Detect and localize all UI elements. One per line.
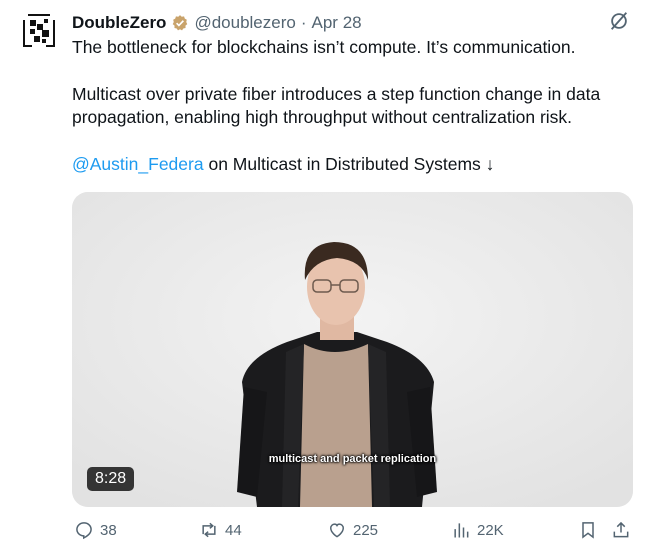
display-name[interactable]: DoubleZero bbox=[72, 13, 166, 33]
tweet-text: The bottleneck for blockchains isn’t com… bbox=[72, 36, 632, 176]
action-bar: 38 44 225 22K bbox=[72, 520, 637, 546]
tweet-header: DoubleZero @doublezero · Apr 28 bbox=[72, 11, 362, 35]
tweet-paragraph-2: Multicast over private fiber introduces … bbox=[72, 83, 601, 128]
tweet-paragraph-1: The bottleneck for blockchains isn’t com… bbox=[72, 37, 576, 57]
like-count: 225 bbox=[353, 521, 379, 539]
video-player[interactable]: multicast and packet replication 8:28 bbox=[72, 192, 633, 507]
views-button[interactable]: 22K bbox=[451, 520, 504, 540]
tweet-paragraph-3: @Austin_Federa on Multicast in Distribut… bbox=[72, 153, 632, 177]
doublezero-logo-icon bbox=[23, 14, 55, 47]
repost-icon bbox=[202, 522, 216, 538]
reply-button[interactable]: 38 bbox=[74, 520, 117, 540]
views-icon bbox=[454, 523, 469, 538]
mention-link[interactable]: @Austin_Federa bbox=[72, 154, 204, 174]
tweet-date[interactable]: Apr 28 bbox=[312, 13, 362, 33]
heart-icon bbox=[329, 523, 345, 538]
verified-badge-icon bbox=[171, 14, 189, 32]
bookmark-icon bbox=[582, 522, 594, 539]
user-handle[interactable]: @doublezero bbox=[194, 13, 295, 33]
reply-icon bbox=[76, 522, 92, 540]
views-count: 22K bbox=[477, 521, 504, 539]
repost-button[interactable]: 44 bbox=[199, 520, 242, 540]
avatar[interactable] bbox=[22, 12, 56, 50]
reply-count: 38 bbox=[100, 521, 117, 539]
like-button[interactable]: 225 bbox=[327, 520, 378, 540]
video-duration-badge: 8:28 bbox=[87, 467, 135, 491]
bookmark-button[interactable] bbox=[578, 520, 598, 540]
video-caption: multicast and packet replication bbox=[268, 453, 437, 465]
separator-dot: · bbox=[300, 13, 307, 32]
grok-icon[interactable] bbox=[608, 10, 630, 32]
share-icon bbox=[613, 521, 629, 538]
tweet-paragraph-3-text: on Multicast in Distributed Systems ↓ bbox=[203, 153, 495, 174]
repost-count: 44 bbox=[225, 521, 242, 539]
share-button[interactable] bbox=[611, 520, 631, 540]
